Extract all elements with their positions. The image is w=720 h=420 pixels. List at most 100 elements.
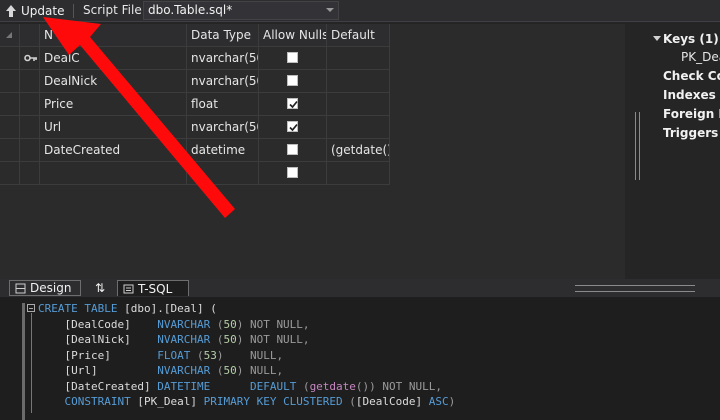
default-cell[interactable]: [327, 116, 390, 139]
code-line: [DealNick] NVARCHAR (50) NOT NULL,: [38, 333, 310, 346]
designer-toolbar: Update Script File: dbo.Table.sql*: [0, 0, 720, 22]
table-row[interactable]: Url nvarchar(50): [0, 116, 390, 139]
column-name-cell[interactable]: DealC: [40, 47, 187, 70]
checkmark-icon: [289, 123, 298, 132]
row-selector-header[interactable]: [0, 24, 20, 47]
collapse-region-icon[interactable]: [27, 304, 35, 312]
code-line: [DealCode] NVARCHAR (50) NOT NULL,: [38, 317, 310, 331]
tab-tsql[interactable]: T-SQL: [117, 280, 189, 296]
collapse-icon[interactable]: [653, 36, 661, 41]
tab-tsql-label: T-SQL: [138, 281, 173, 296]
default-cell[interactable]: [327, 47, 390, 70]
key-cell: [20, 47, 40, 70]
row-selector[interactable]: [0, 70, 20, 93]
key-cell: [20, 93, 40, 116]
checkmark-icon: [289, 100, 298, 109]
indexes-node[interactable]: Indexes (: [663, 88, 720, 102]
data-type-column-header[interactable]: Data Type: [187, 24, 259, 47]
code-line: CONSTRAINT [PK_Deal] PRIMARY KEY CLUSTER…: [64, 395, 456, 408]
default-cell[interactable]: [327, 162, 390, 185]
default-cell[interactable]: (getdate()): [327, 139, 390, 162]
outline-guide: [31, 313, 32, 413]
swap-panes-button[interactable]: ⇅: [87, 280, 113, 296]
column-name-cell[interactable]: Url: [40, 116, 187, 139]
pk-node[interactable]: PK_Dea: [681, 50, 720, 64]
table-row[interactable]: DealC nvarchar(50): [0, 47, 390, 70]
designer-tab-strip: Design ⇅ T-SQL: [0, 279, 720, 297]
column-type-cell[interactable]: nvarchar(50): [187, 47, 259, 70]
sql-script-icon: [123, 284, 134, 294]
triggers-node[interactable]: Triggers (: [663, 126, 720, 140]
key-column-header: [20, 24, 40, 47]
name-column-header[interactable]: N: [40, 24, 187, 47]
keys-node[interactable]: Keys (1): [663, 32, 719, 46]
design-grid-icon: [15, 283, 26, 293]
script-file-dropdown[interactable]: dbo.Table.sql*: [143, 1, 339, 20]
columns-grid: N Data Type Allow Nulls Default DealC nv…: [0, 24, 625, 279]
column-type-cell[interactable]: nvarchar(50): [187, 116, 259, 139]
column-name-cell[interactable]: Price: [40, 93, 187, 116]
row-selector[interactable]: [0, 47, 20, 70]
select-all-icon: [6, 32, 12, 38]
splitter-handle[interactable]: [635, 112, 640, 180]
pane-resize-grip[interactable]: [575, 285, 695, 292]
toolbar-separator: [73, 4, 74, 18]
tsql-editor[interactable]: CREATE TABLE [dbo].[Deal] ( [DealCode] N…: [0, 297, 720, 420]
code-line: CREATE TABLE [dbo].[Deal] (: [38, 302, 217, 315]
upload-arrow-icon: [4, 4, 18, 18]
code-line: [DateCreated] DATETIME DEFAULT (getdate(…: [38, 379, 443, 393]
code-line: [Price] FLOAT (53) NULL,: [38, 348, 284, 362]
check-constraints-node[interactable]: Check Con: [663, 69, 720, 83]
default-column-header[interactable]: Default: [327, 24, 390, 47]
row-selector[interactable]: [0, 116, 20, 139]
column-type-cell[interactable]: datetime: [187, 139, 259, 162]
allow-nulls-cell: [259, 162, 327, 185]
code-line: [Url] NVARCHAR (50) NULL,: [38, 364, 284, 377]
row-selector[interactable]: [0, 139, 20, 162]
script-file-label: Script File:: [83, 3, 146, 17]
table-row[interactable]: DealNick nvarchar(50): [0, 70, 390, 93]
allow-nulls-column-header[interactable]: Allow Nulls: [259, 24, 327, 47]
default-cell[interactable]: [327, 70, 390, 93]
sql-code[interactable]: CREATE TABLE [dbo].[Deal] ( [DealCode] N…: [38, 301, 455, 410]
column-name-cell[interactable]: [40, 162, 187, 185]
script-file-value: dbo.Table.sql*: [148, 3, 233, 17]
allow-nulls-cell: [259, 47, 327, 70]
allow-nulls-cell: [259, 93, 327, 116]
key-cell: [20, 162, 40, 185]
table-row[interactable]: Price float: [0, 93, 390, 116]
table-properties-panel: Keys (1) PK_Dea Check Con Indexes ( Fore…: [625, 24, 720, 279]
default-cell[interactable]: [327, 93, 390, 116]
table-row[interactable]: [0, 162, 390, 185]
table-row[interactable]: DateCreated datetime (getdate()): [0, 139, 390, 162]
allow-nulls-checkbox[interactable]: [287, 167, 298, 178]
key-cell: [20, 116, 40, 139]
update-button[interactable]: Update: [4, 2, 64, 20]
row-selector[interactable]: [0, 93, 20, 116]
chevron-down-icon: [326, 8, 334, 12]
column-name-cell[interactable]: DealNick: [40, 70, 187, 93]
key-cell: [20, 70, 40, 93]
column-type-cell[interactable]: nvarchar(50): [187, 70, 259, 93]
tab-design-label: Design: [30, 281, 72, 295]
foreign-keys-node[interactable]: Foreign K: [663, 107, 720, 121]
swap-panes-icon: ⇅: [94, 281, 106, 295]
column-type-cell[interactable]: float: [187, 93, 259, 116]
allow-nulls-checkbox[interactable]: [287, 75, 298, 86]
row-selector[interactable]: [0, 162, 20, 185]
allow-nulls-cell: [259, 70, 327, 93]
change-marker-bar: [22, 303, 25, 420]
tab-design[interactable]: Design: [9, 280, 81, 296]
allow-nulls-checkbox[interactable]: [287, 52, 298, 63]
allow-nulls-checkbox[interactable]: [287, 144, 298, 155]
allow-nulls-checkbox[interactable]: [287, 98, 298, 109]
allow-nulls-cell: [259, 116, 327, 139]
column-type-cell[interactable]: [187, 162, 259, 185]
key-cell: [20, 139, 40, 162]
update-button-label: Update: [21, 4, 65, 18]
allow-nulls-cell: [259, 139, 327, 162]
primary-key-icon: [24, 54, 37, 62]
allow-nulls-checkbox[interactable]: [287, 121, 298, 132]
column-name-cell[interactable]: DateCreated: [40, 139, 187, 162]
grid-header-row: N Data Type Allow Nulls Default: [0, 24, 390, 47]
